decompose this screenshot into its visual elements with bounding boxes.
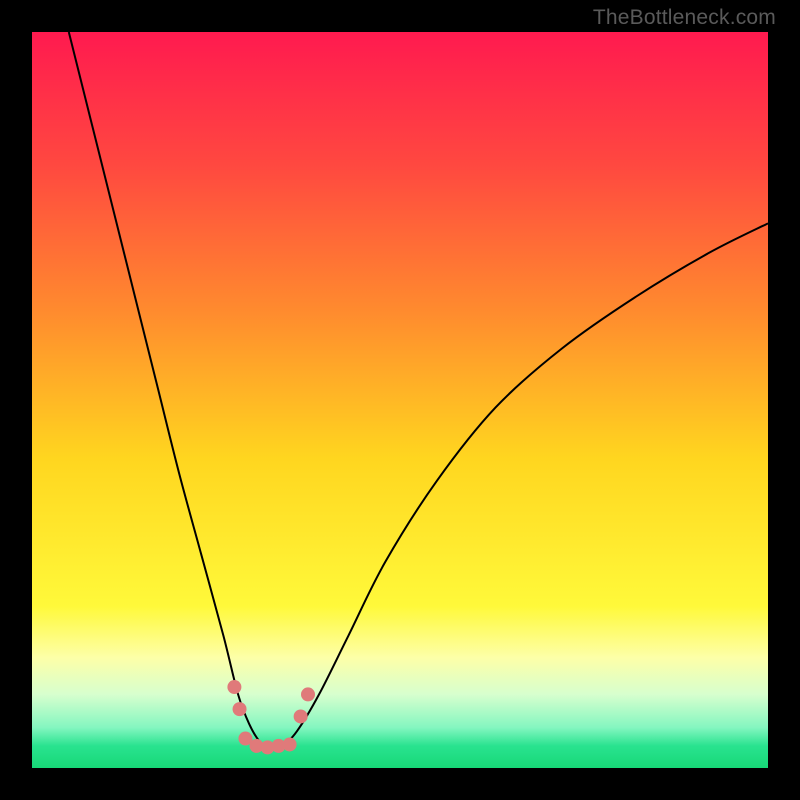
data-point [233, 702, 247, 716]
plot-area [32, 32, 768, 768]
chart-stage: TheBottleneck.com [0, 0, 800, 800]
data-point [301, 687, 315, 701]
gradient-background [32, 32, 768, 768]
watermark-link[interactable]: TheBottleneck.com [593, 6, 776, 30]
chart-svg [32, 32, 768, 768]
data-point [283, 737, 297, 751]
data-point [294, 709, 308, 723]
data-point [227, 680, 241, 694]
